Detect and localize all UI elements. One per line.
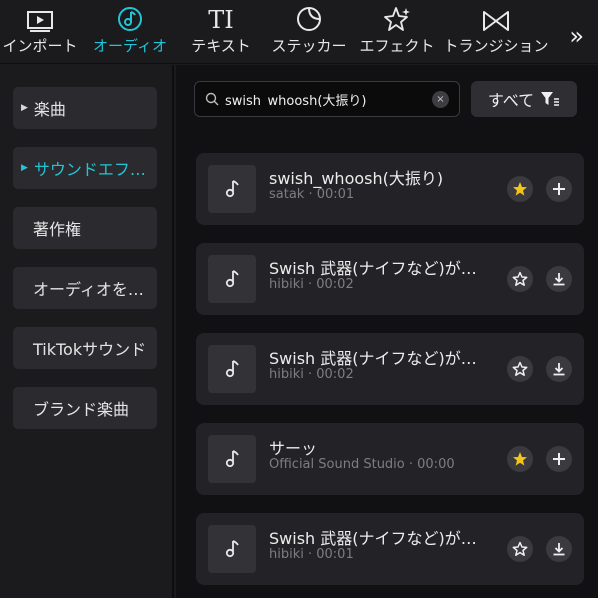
sidebar-item-sound-effects[interactable]: ▶ サウンドエフ… <box>13 147 157 189</box>
sidebar-item-music[interactable]: ▶ 楽曲 <box>13 87 157 129</box>
sound-title: サーッ <box>269 439 318 458</box>
transition-icon <box>482 0 510 34</box>
sidebar-item-brand-music[interactable]: ブランド楽曲 <box>13 387 157 429</box>
sound-item[interactable]: Swish 武器(ナイフなど)が… hibiki · 00:02 <box>196 333 584 405</box>
filter-icon <box>541 92 560 106</box>
top-toolbar: インポート オーディオ TI テキスト ステッカー エフェクト トランジション … <box>0 0 598 64</box>
search-input[interactable] <box>225 91 425 107</box>
tab-transitions[interactable]: トランジション <box>442 0 550 64</box>
tab-label: ステッカー <box>271 37 347 55</box>
sidebar-item-tiktok-sounds[interactable]: TikTokサウンド <box>13 327 157 369</box>
sound-item[interactable]: Swish 武器(ナイフなど)が… hibiki · 00:01 <box>196 513 584 585</box>
sidebar-item-label: 楽曲 <box>33 100 66 119</box>
sound-meta: hibiki · 00:01 <box>269 547 354 562</box>
favorite-star-icon[interactable] <box>507 446 533 472</box>
tab-label: エフェクト <box>359 37 435 55</box>
sound-title: Swish 武器(ナイフなど)が… <box>269 349 477 368</box>
music-note-icon <box>208 525 256 573</box>
favorite-star-outline-icon[interactable] <box>507 536 533 562</box>
favorite-star-outline-icon[interactable] <box>507 266 533 292</box>
download-icon[interactable] <box>546 356 572 382</box>
download-icon[interactable] <box>546 266 572 292</box>
favorite-star-icon[interactable] <box>507 176 533 202</box>
sound-meta: hibiki · 00:02 <box>269 367 354 382</box>
music-note-icon <box>208 165 256 213</box>
expand-triangle-icon: ▶ <box>21 103 28 113</box>
sidebar-item-label: オーディオを… <box>33 280 144 299</box>
download-icon[interactable] <box>546 536 572 562</box>
effects-sparkle-icon <box>383 0 411 34</box>
sidebar-item-label: TikTokサウンド <box>33 340 147 359</box>
tab-audio[interactable]: オーディオ <box>88 0 172 64</box>
tab-label: テキスト <box>191 37 251 55</box>
add-icon[interactable] <box>546 446 572 472</box>
filter-label: すべて <box>487 91 535 110</box>
tab-import[interactable]: インポート <box>0 0 80 64</box>
more-tabs-icon[interactable]: » <box>569 22 584 50</box>
text-icon: TI <box>208 0 234 34</box>
media-icon <box>26 0 54 34</box>
sidebar-item-copyright[interactable]: 著作権 <box>13 207 157 249</box>
music-note-icon <box>208 255 256 303</box>
tab-label: トランジション <box>443 37 549 55</box>
expand-triangle-icon: ▶ <box>21 163 28 173</box>
music-note-icon <box>208 345 256 393</box>
sound-meta: Official Sound Studio · 00:00 <box>269 457 455 472</box>
sidebar-item-label: ブランド楽曲 <box>33 400 130 419</box>
sidebar-item-label: 著作権 <box>33 220 82 239</box>
sticker-icon <box>296 0 322 34</box>
sound-meta: hibiki · 00:02 <box>269 277 354 292</box>
clear-search-icon[interactable]: × <box>432 91 449 108</box>
add-icon[interactable] <box>546 176 572 202</box>
sound-meta: satak · 00:01 <box>269 187 355 202</box>
tab-label: インポート <box>2 37 78 55</box>
sound-title: Swish 武器(ナイフなど)が… <box>269 529 477 548</box>
favorite-star-outline-icon[interactable] <box>507 356 533 382</box>
tab-text[interactable]: TI テキスト <box>186 0 256 64</box>
tab-effects[interactable]: エフェクト <box>358 0 436 64</box>
sidebar-item-extract-audio[interactable]: オーディオを… <box>13 267 157 309</box>
sound-title: swish_whoosh(大振り) <box>269 169 444 188</box>
text-icon-glyph: TI <box>208 6 234 34</box>
sound-title: Swish 武器(ナイフなど)が… <box>269 259 477 278</box>
search-icon <box>205 92 219 106</box>
filter-button[interactable]: すべて <box>471 81 577 117</box>
sound-item[interactable]: Swish 武器(ナイフなど)が… hibiki · 00:02 <box>196 243 584 315</box>
tab-stickers[interactable]: ステッカー <box>268 0 350 64</box>
sound-item[interactable]: swish_whoosh(大振り) satak · 00:01 <box>196 153 584 225</box>
search-box: × <box>194 81 460 117</box>
sidebar-item-label: サウンドエフ… <box>33 160 146 179</box>
category-sidebar: ▶ 楽曲 ▶ サウンドエフ… 著作権 オーディオを… TikTokサウンド ブラ… <box>0 65 174 598</box>
audio-note-icon <box>117 0 143 34</box>
sound-item[interactable]: サーッ Official Sound Studio · 00:00 <box>196 423 584 495</box>
tab-label: オーディオ <box>93 37 167 55</box>
music-note-icon <box>208 435 256 483</box>
results-panel: × すべて swish_whoosh(大振り) satak · 00:01 Sw… <box>176 65 598 598</box>
